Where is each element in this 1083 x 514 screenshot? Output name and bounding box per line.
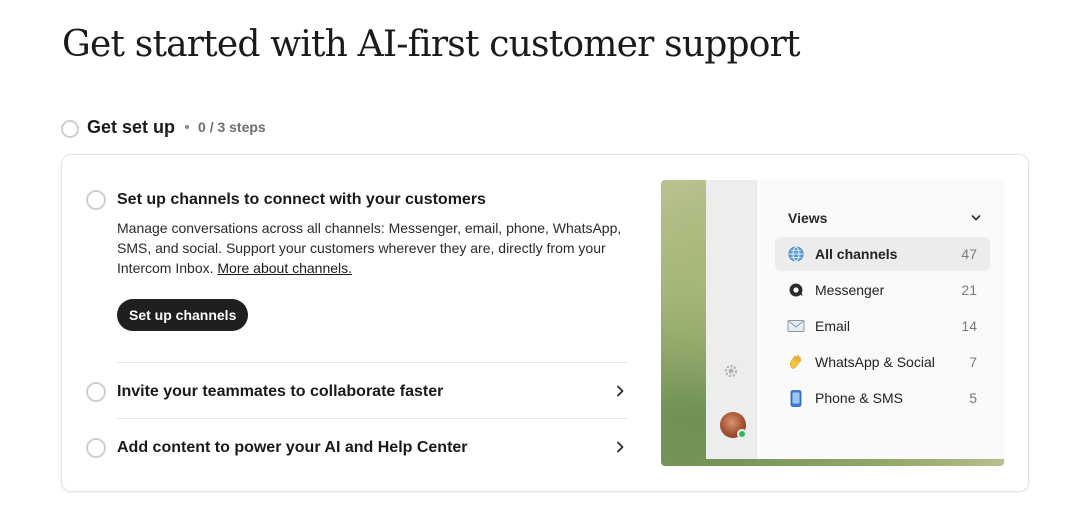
view-label: All channels: [815, 246, 898, 262]
views-panel: Views All channels 47 Messenger 21 Email…: [756, 180, 1004, 459]
section-title: Get set up: [87, 116, 176, 137]
step-2-title[interactable]: Invite your teammates to collaborate fas…: [117, 383, 443, 401]
section-status-circle-icon: [61, 119, 79, 138]
view-count: 21: [961, 282, 977, 298]
divider: [117, 362, 628, 363]
page-title: Get started with AI-first customer suppo…: [62, 24, 800, 65]
section-header[interactable]: Get set up 0 / 3 steps: [61, 116, 266, 138]
view-item-phone-sms: Phone & SMS 5: [775, 381, 990, 415]
step-3-title[interactable]: Add content to power your AI and Help Ce…: [117, 439, 468, 457]
divider: [117, 418, 628, 419]
view-count: 14: [961, 318, 977, 334]
view-count: 7: [969, 354, 977, 370]
inbox-rail: [706, 180, 756, 459]
chevron-down-icon: [971, 215, 981, 221]
view-item-all-channels: All channels 47: [775, 237, 990, 271]
step-1-checkbox[interactable]: [86, 190, 106, 210]
view-item-whatsapp-social: WhatsApp & Social 7: [775, 345, 990, 379]
separator-dot: [185, 125, 190, 129]
online-status-dot: [737, 429, 747, 439]
more-about-channels-link[interactable]: More about channels.: [217, 260, 352, 276]
step-1-description: Manage conversations across all channels…: [117, 218, 627, 278]
chevron-right-icon[interactable]: [613, 384, 627, 398]
view-label: WhatsApp & Social: [815, 354, 935, 370]
step-3-checkbox[interactable]: [86, 438, 106, 458]
view-label: Email: [815, 318, 851, 334]
view-label: Phone & SMS: [815, 390, 903, 406]
gear-icon: [724, 364, 738, 378]
view-item-email: Email 14: [775, 309, 990, 343]
mobile-phone-icon: [787, 389, 805, 407]
views-title: Views: [788, 210, 828, 226]
view-count: 5: [969, 390, 977, 406]
step-1-title[interactable]: Set up channels to connect with your cus…: [117, 191, 486, 209]
messenger-icon: [787, 281, 805, 299]
envelope-icon: [787, 317, 805, 335]
view-item-messenger: Messenger 21: [775, 273, 990, 307]
step-2-checkbox[interactable]: [86, 382, 106, 402]
chevron-right-icon[interactable]: [613, 440, 627, 454]
set-up-channels-button[interactable]: Set up channels: [117, 299, 249, 331]
step-1-description-text: Manage conversations across all channels…: [117, 220, 622, 276]
channels-illustration: Views All channels 47 Messenger 21 Email…: [661, 180, 1004, 466]
steps-progress: 0 / 3 steps: [198, 119, 266, 135]
inbox-preview: Views All channels 47 Messenger 21 Email…: [706, 180, 1004, 459]
view-label: Messenger: [815, 282, 885, 298]
globe-icon: [787, 245, 805, 263]
view-count: 47: [961, 246, 977, 262]
waving-hand-icon: [787, 353, 805, 371]
setup-card: Set up channels to connect with your cus…: [61, 154, 1029, 492]
